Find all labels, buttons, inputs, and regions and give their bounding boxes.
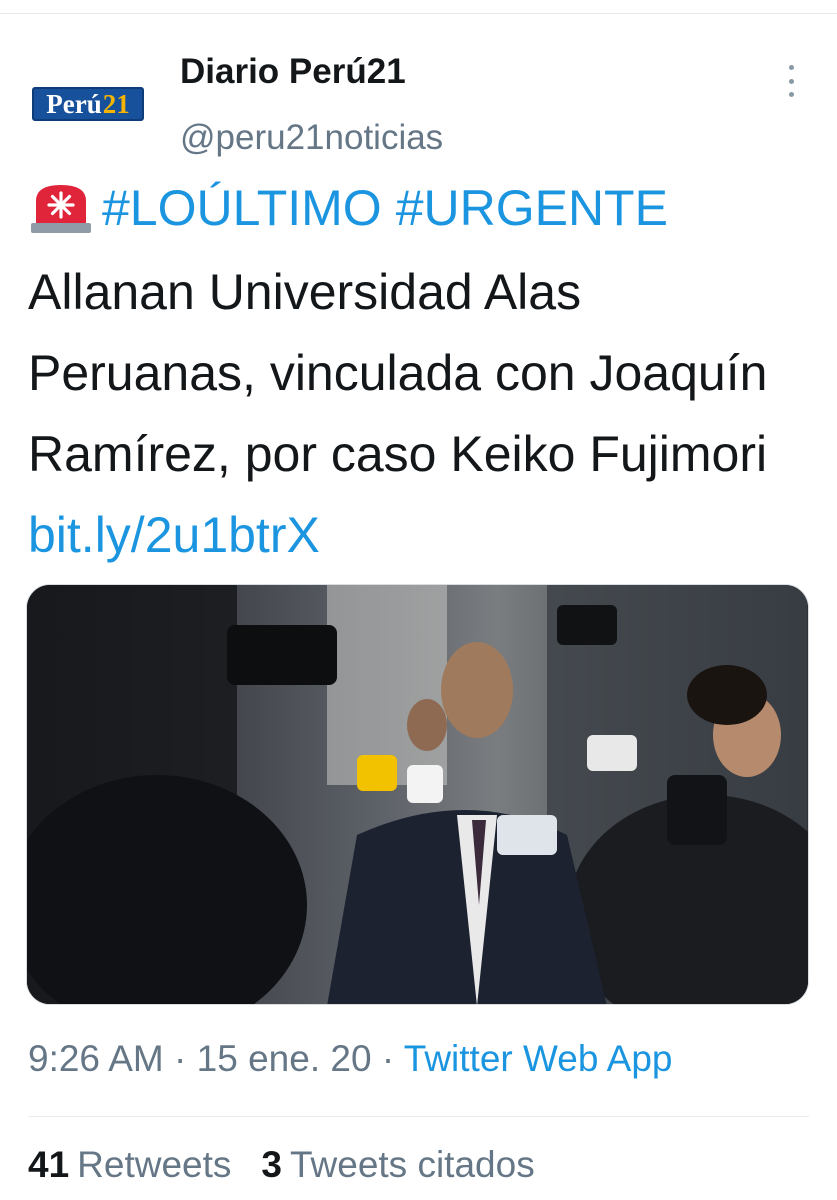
user-handle[interactable]: @peru21noticias	[180, 118, 443, 158]
retweets-label: Retweets	[77, 1144, 232, 1185]
hashtag-loultimo[interactable]: #LOÚLTIMO	[102, 179, 382, 237]
tweet-source[interactable]: Twitter Web App	[404, 1038, 673, 1079]
peru21-logo: Perú 21	[32, 87, 144, 121]
logo-text: Perú	[46, 88, 102, 119]
tweet-photo[interactable]	[26, 584, 809, 1005]
news-photo-image	[27, 585, 808, 1004]
meta-separator: ·	[381, 1038, 395, 1079]
police-light-icon	[31, 185, 91, 233]
meta-separator: ·	[174, 1038, 187, 1079]
hashtag-urgente[interactable]: #URGENTE	[396, 179, 668, 237]
avatar[interactable]: Perú 21	[26, 42, 150, 166]
retweets-count: 41	[28, 1144, 70, 1185]
more-options-button[interactable]	[776, 62, 806, 100]
quote-tweets-stat[interactable]: 3 Tweets citados	[261, 1144, 534, 1186]
divider	[28, 1116, 809, 1117]
retweets-stat[interactable]: 41 Retweets	[28, 1144, 231, 1186]
hashtag-line: #LOÚLTIMO #URGENTE	[28, 178, 682, 238]
tweet-link[interactable]: bit.ly/2u1btrX	[28, 507, 320, 563]
logo-number: 21	[102, 88, 130, 119]
tweet-body: Allanan Universidad Alas Peruanas, vincu…	[28, 264, 768, 482]
tweet-text: Allanan Universidad Alas Peruanas, vincu…	[28, 252, 818, 576]
top-divider	[0, 13, 837, 14]
tweet-date[interactable]: 15 ene. 20	[197, 1038, 372, 1079]
tweet-metadata: 9:26 AM · 15 ene. 20 · Twitter Web App	[28, 1038, 673, 1080]
display-name[interactable]: Diario Perú21	[180, 52, 406, 92]
more-vertical-icon	[788, 65, 794, 70]
quote-tweets-label: Tweets citados	[289, 1144, 535, 1185]
tweet-time: 9:26 AM	[28, 1038, 164, 1079]
quote-tweets-count: 3	[261, 1144, 282, 1185]
tweet-stats: 41 Retweets 3 Tweets citados	[28, 1144, 565, 1186]
